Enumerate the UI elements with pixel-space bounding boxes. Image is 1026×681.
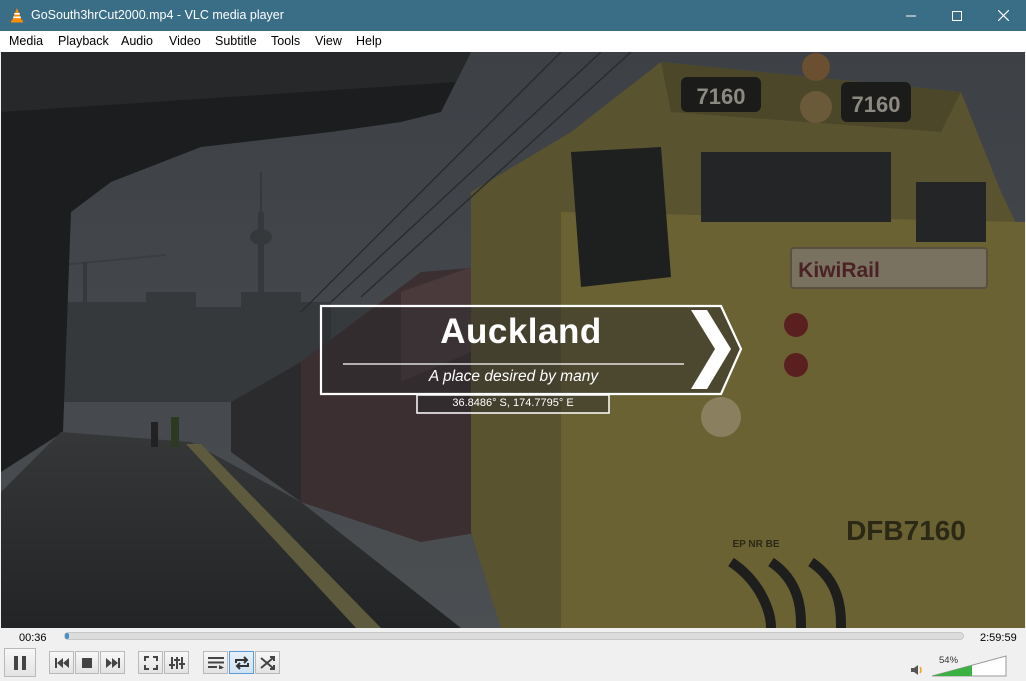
minimize-button[interactable] [888,0,934,31]
total-time[interactable]: 2:59:59 [980,632,1017,644]
menu-playback[interactable]: Playback [58,34,109,48]
extended-settings-icon [168,656,185,669]
stop-icon [82,657,92,668]
fullscreen-button[interactable] [138,651,163,674]
kiwirail-logo: KiwiRail [798,259,880,282]
title-bar: GoSouth3hrCut2000.mp4 - VLC media player [0,0,1026,31]
location-title: Auckland [440,312,602,351]
cab-number-right: 7160 [852,92,901,117]
menu-video[interactable]: Video [169,34,201,48]
close-icon [997,10,1009,21]
vlc-cone-icon [11,8,23,23]
menu-bar: Media Playback Audio Video Subtitle Tool… [0,31,1026,53]
extended-settings-button[interactable] [164,651,189,674]
minimize-icon [906,15,916,16]
close-button[interactable] [980,0,1026,31]
seek-bar[interactable] [64,632,964,640]
side-small-text: EP NR BE [732,539,779,550]
next-icon [105,657,120,668]
location-coordinates: 36.8486° S, 174.7795° E [452,397,574,409]
random-icon [259,655,275,670]
menu-view[interactable]: View [315,34,342,48]
loop-button[interactable] [229,651,254,674]
menu-media[interactable]: Media [9,34,43,48]
pause-button[interactable] [4,648,36,677]
elapsed-time[interactable]: 00:36 [19,632,47,644]
location-subtitle: A place desired by many [428,368,599,385]
cab-number-left: 7160 [697,84,746,109]
playlist-icon [207,657,224,669]
seek-progress [65,633,69,639]
playlist-button[interactable] [203,651,228,674]
maximize-button[interactable] [934,0,980,31]
maximize-icon [952,10,962,21]
volume-slider[interactable] [930,655,1008,677]
previous-icon [54,657,69,668]
menu-subtitle[interactable]: Subtitle [215,34,257,48]
menu-tools[interactable]: Tools [271,34,300,48]
pause-icon [14,655,26,670]
next-button[interactable] [100,651,125,674]
menu-audio[interactable]: Audio [121,34,153,48]
video-area[interactable]: 7160 7160 KiwiRail DFB7160 EP NR BE Auck… [1,52,1025,628]
speaker-icon[interactable] [911,664,925,676]
window-title: GoSouth3hrCut2000.mp4 - VLC media player [31,8,284,22]
menu-help[interactable]: Help [356,34,382,48]
side-number: DFB7160 [846,515,966,546]
random-button[interactable] [255,651,280,674]
stop-button[interactable] [75,651,99,674]
fullscreen-icon [143,655,158,670]
loop-icon [234,655,249,670]
previous-button[interactable] [49,651,74,674]
